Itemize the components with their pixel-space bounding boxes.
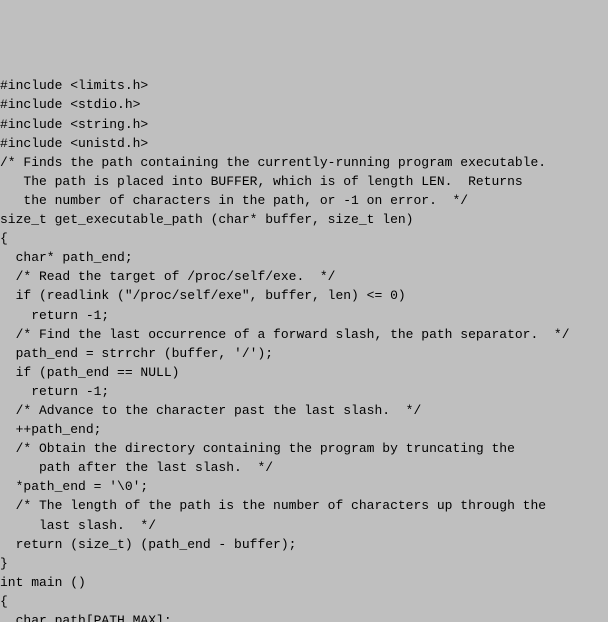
code-block: #include <limits.h> #include <stdio.h> #… (0, 76, 608, 622)
